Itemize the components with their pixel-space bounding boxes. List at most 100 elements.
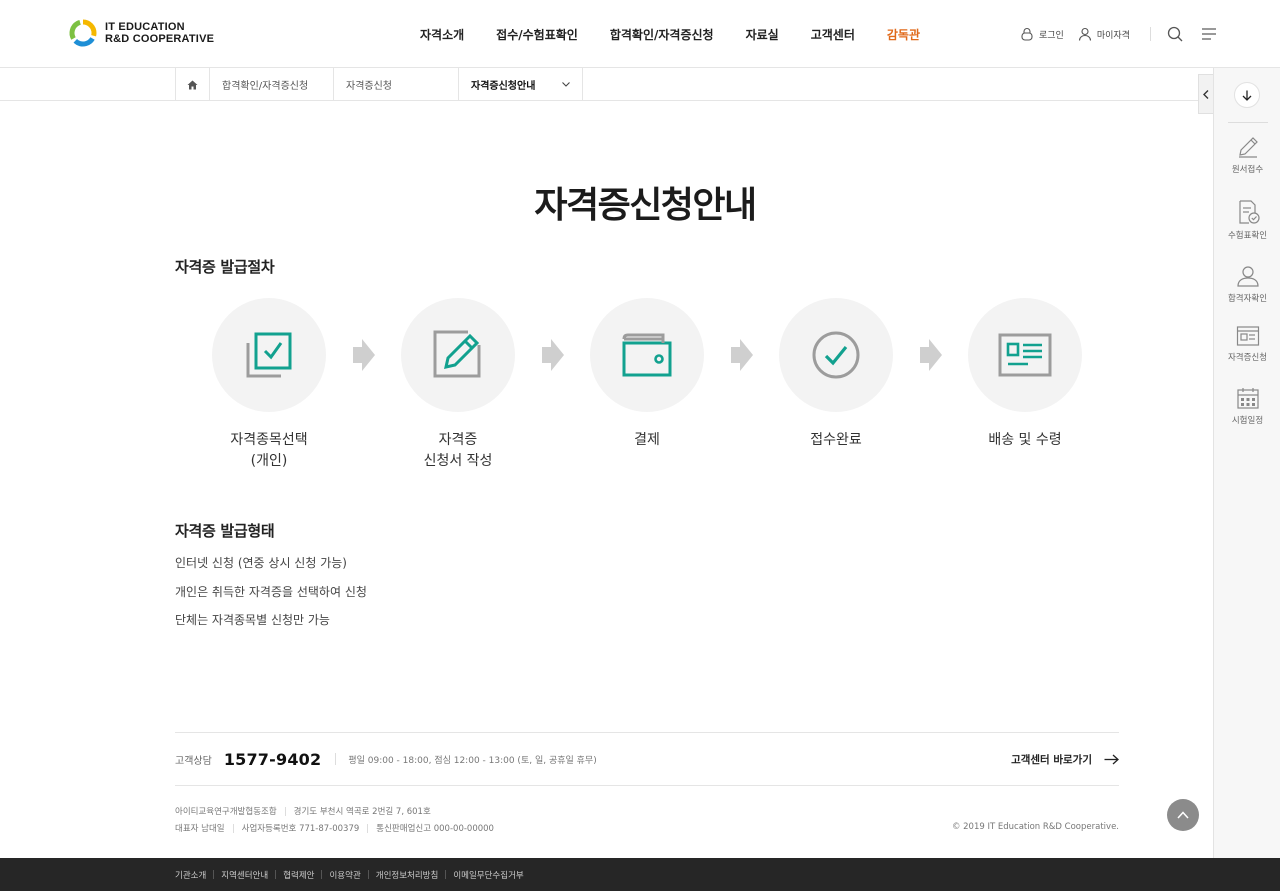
step-label: 배송 및 수령 (938, 430, 1112, 451)
step-icon-circle (401, 298, 515, 412)
mypage-label: 마이자격 (1096, 30, 1130, 41)
footer-link-centers[interactable]: 지역센터안내 (221, 869, 268, 881)
person-icon (1236, 266, 1259, 287)
copyright: © 2019 IT Education R&D Cooperative. (951, 822, 1119, 832)
breadcrumb-current: 자격증신청안내 (471, 81, 536, 92)
main-nav: 자격소개 접수/수험표확인 합격확인/자격증신청 자료실 고객센터 감독관 (404, 0, 936, 68)
footer-address-row: 아이티교육연구개발협동조합 경기도 부천시 역곡로 2번길 7, 601호 (175, 805, 431, 817)
util-divider (1149, 27, 1151, 41)
ceo-name: 대표자 남대일 (175, 824, 225, 834)
process-step-5: 배송 및 수령 (968, 298, 1082, 448)
pencil-icon (1238, 137, 1258, 158)
arrow-right-icon (1104, 754, 1119, 764)
sidebar-item-label: 원서접수 (1231, 165, 1264, 175)
info-text-2: 개인은 취득한 자격증을 선택하여 신청 (175, 585, 367, 599)
footer-link-about[interactable]: 기관소개 (175, 869, 206, 881)
process-steps: 자격종목선택 (개인) 자격증 신청서 작성 결제 접수완료 배송 및 수령 (175, 298, 1119, 478)
sidebar-toggle[interactable] (1198, 74, 1213, 114)
breadcrumb-bar: 합격확인/자격증신청 자격증신청 자격증신청안내 (0, 68, 1212, 101)
step-label-line2: 신청서 작성 (423, 453, 493, 469)
logo-line1: IT EDUCATION (105, 21, 185, 33)
breadcrumb-dropdown[interactable]: 자격증신청안내 (459, 68, 583, 101)
footer-link-privacy[interactable]: 개인정보처리방침 (376, 869, 439, 881)
calendar-icon (1236, 388, 1259, 409)
footer-separator (367, 870, 369, 879)
edit-icon (433, 330, 481, 378)
footer-divider (175, 785, 1119, 786)
scroll-top-button[interactable] (1167, 799, 1199, 831)
search-button[interactable] (1167, 26, 1183, 42)
wallet-icon (622, 333, 672, 377)
sales-number: 통신판매업신고 000-00-00000 (376, 824, 494, 834)
logo-icon (67, 17, 99, 49)
certificate-icon (1236, 326, 1259, 346)
step-label-line1: 자격종목선택 (230, 432, 308, 448)
business-number: 사업자등록번호 771-87-00379 (241, 824, 360, 834)
step-icon-circle (779, 298, 893, 412)
step-label-line1: 자격증 (438, 432, 478, 448)
checkbox-icon (246, 332, 292, 378)
check-circle-icon (812, 331, 860, 379)
footer-separator (367, 823, 369, 833)
step-label-line1: 결제 (634, 432, 660, 448)
breadcrumb: 합격확인/자격증신청 자격증신청 자격증신청안내 (175, 68, 583, 101)
hamburger-icon (1201, 28, 1216, 40)
footer-link-terms[interactable]: 이용약관 (329, 869, 360, 881)
cs-phone: 1577-9402 (223, 749, 322, 769)
step-icon-circle (590, 298, 704, 412)
process-step-3: 결제 (590, 298, 704, 448)
home-icon (187, 80, 198, 89)
step-icon-circle (968, 298, 1082, 412)
page-title: 자격증신청안내 (534, 185, 757, 226)
footer-separator (321, 870, 323, 879)
nav-item-support[interactable]: 고객센터 (795, 26, 871, 43)
breadcrumb-home[interactable] (176, 68, 210, 101)
nav-item-about[interactable]: 자격소개 (404, 26, 480, 43)
footer-divider (175, 732, 1119, 733)
login-label: 로그인 (1039, 30, 1064, 41)
customer-service: 고객상담 1577-9402 평일 09:00 - 18:00, 점심 12:0… (175, 744, 1119, 774)
sidebar-item-label: 자격증신청 (1227, 353, 1268, 363)
step-label-line1: 배송 및 수령 (988, 432, 1062, 448)
footer-link-partnership[interactable]: 협력제안 (283, 869, 314, 881)
step-label-line1: 접수완료 (810, 432, 862, 448)
login-button[interactable]: 로그인 (1020, 27, 1064, 41)
nav-item-resources[interactable]: 자료실 (730, 26, 795, 43)
logo[interactable]: IT EDUCATION R&D COOPERATIVE (67, 17, 214, 49)
info-text-3: 단체는 자격종목별 신청만 가능 (175, 613, 330, 627)
footer-business-row: 대표자 남대일 사업자등록번호 771-87-00379 통신판매업신고 000… (175, 822, 494, 834)
sidebar-item-pass[interactable]: 합격자확인 (1214, 264, 1280, 304)
footer-link-email-policy[interactable]: 이메일무단수집거부 (453, 869, 523, 881)
sidebar-item-apply[interactable]: 원서접수 (1214, 135, 1280, 175)
menu-button[interactable] (1201, 27, 1217, 41)
lock-icon (1021, 28, 1033, 41)
step-icon-circle (212, 298, 326, 412)
scroll-down-button[interactable] (1234, 82, 1260, 108)
breadcrumb-item-1[interactable]: 합격확인/자격증신청 (210, 68, 334, 101)
step-label: 자격증 신청서 작성 (371, 430, 545, 472)
nav-item-supervisor[interactable]: 감독관 (871, 26, 936, 43)
cs-label: 고객상담 (175, 755, 212, 767)
mypage-button[interactable]: 마이자격 (1078, 27, 1130, 41)
breadcrumb-item-2[interactable]: 자격증신청 (334, 68, 459, 101)
sidebar-item-label: 시험일정 (1231, 416, 1264, 426)
nav-item-apply[interactable]: 접수/수험표확인 (480, 26, 594, 43)
sidebar-item-schedule[interactable]: 시험일정 (1214, 386, 1280, 426)
step-label: 자격종목선택 (개인) (182, 430, 356, 472)
process-step-4: 접수완료 (779, 298, 893, 448)
step-arrow-icon (730, 338, 754, 376)
step-arrow-icon (541, 338, 565, 376)
step-arrow-icon (919, 338, 943, 376)
support-center-link[interactable]: 고객센터 바로가기 (1011, 744, 1119, 774)
logo-line2: R&D COOPERATIVE (105, 33, 215, 45)
sidebar-item-certificate[interactable]: 자격증신청 (1214, 325, 1280, 363)
footer-separator (232, 823, 234, 833)
footer-separator (445, 870, 447, 879)
footer-separator (284, 806, 286, 816)
nav-item-result[interactable]: 합격확인/자격증신청 (594, 26, 730, 43)
chevron-left-icon (1203, 89, 1209, 99)
chevron-down-icon (562, 82, 570, 87)
info-text-1: 인터넷 신청 (연중 상시 신청 가능) (175, 556, 347, 570)
footer-links: 기관소개 지역센터안내 협력제안 이용약관 개인정보처리방침 이메일무단수집거부 (175, 858, 524, 891)
cs-divider (335, 753, 337, 765)
